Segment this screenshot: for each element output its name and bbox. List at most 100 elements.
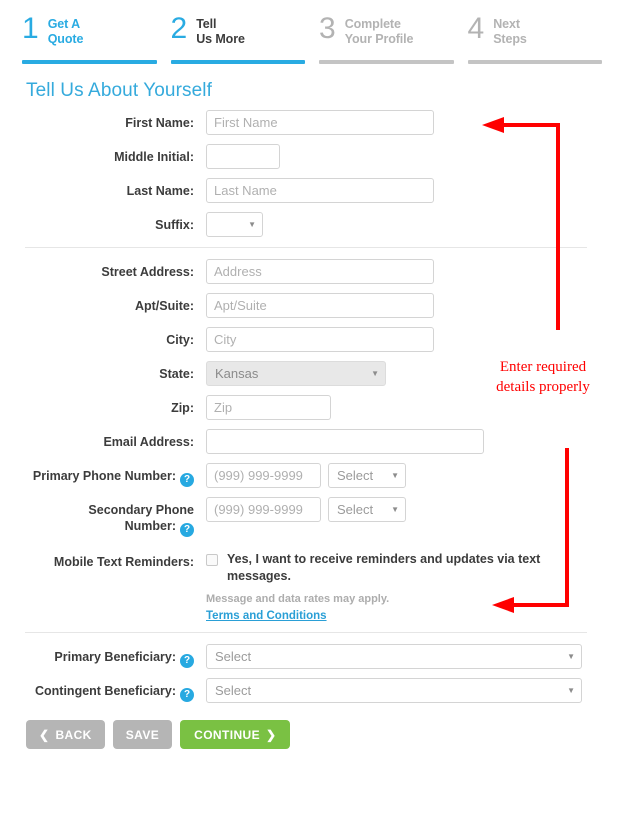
help-icon[interactable]: ? [180, 688, 194, 702]
progress-step-2[interactable]: 2 Tell Us More [170, 12, 305, 64]
annotation-text: Enter required details properly [462, 357, 624, 397]
chevron-down-icon: ▼ [567, 685, 575, 695]
continue-button[interactable]: CONTINUE ❯ [180, 720, 291, 749]
primary-phone-type-select[interactable]: Select ▼ [328, 463, 406, 488]
contingent-beneficiary-label-text: Contingent Beneficiary: [35, 684, 176, 698]
annotation-text-line1: Enter required [499, 359, 587, 375]
step-label-line2: Your Profile [344, 32, 414, 46]
primary-phone-label: Primary Phone Number:? [0, 463, 206, 487]
middle-initial-input[interactable] [206, 144, 280, 169]
row-secondary-phone: Secondary Phone Number:? Select ▼ [0, 497, 612, 537]
row-zip: Zip: [0, 395, 612, 420]
state-select-value: Kansas [215, 366, 259, 381]
zip-input[interactable] [206, 395, 331, 420]
help-icon[interactable]: ? [180, 654, 194, 668]
step-number: 4 [467, 12, 485, 45]
chevron-down-icon: ▼ [391, 504, 399, 514]
secondary-phone-label-line2-wrap: Number:? [0, 518, 194, 537]
first-name-input[interactable] [206, 110, 434, 135]
step-label-line1: Next [493, 17, 520, 31]
primary-phone-label-text: Primary Phone Number: [32, 469, 176, 483]
secondary-phone-type-value: Select [337, 502, 374, 517]
step-label-line1: Tell [196, 17, 217, 31]
row-contingent-beneficiary: Contingent Beneficiary:? Select ▼ [0, 678, 612, 703]
step-label: Complete Your Profile [345, 14, 414, 47]
first-name-label: First Name: [125, 116, 194, 130]
secondary-phone-type-select[interactable]: Select ▼ [328, 497, 406, 522]
save-button-label: SAVE [125, 727, 160, 742]
primary-beneficiary-value: Select [215, 649, 252, 664]
city-input[interactable] [206, 327, 434, 352]
row-middle-initial: Middle Initial: [0, 144, 612, 169]
suffix-select[interactable]: ▼ [206, 212, 263, 237]
step-number: 3 [319, 12, 336, 45]
progress-step-4[interactable]: 4 Next Steps [467, 12, 602, 64]
step-progress-bar [467, 60, 602, 64]
primary-beneficiary-select[interactable]: Select ▼ [206, 644, 582, 669]
progress-step-3[interactable]: 3 Complete Your Profile [319, 14, 454, 64]
row-primary-phone: Primary Phone Number:? Select ▼ [0, 463, 612, 488]
middle-initial-label: Middle Initial: [114, 150, 194, 164]
row-last-name: Last Name: [0, 178, 612, 203]
secondary-phone-input[interactable] [206, 497, 321, 522]
chevron-down-icon: ▼ [567, 651, 575, 661]
continue-button-label: CONTINUE [194, 727, 260, 742]
chevron-right-icon: ❯ [266, 727, 277, 742]
contingent-beneficiary-value: Select [215, 683, 252, 698]
section-divider-address [25, 247, 587, 248]
row-email: Email Address: [0, 429, 612, 454]
primary-phone-type-value: Select [337, 468, 374, 483]
zip-label: Zip: [171, 401, 194, 415]
primary-phone-input[interactable] [206, 463, 321, 488]
step-number: 2 [170, 12, 188, 45]
street-address-input[interactable] [206, 259, 434, 284]
step-label: Get A Quote [48, 14, 84, 47]
chevron-down-icon: ▼ [248, 219, 256, 229]
back-button[interactable]: ❮ BACK [26, 720, 105, 749]
step-progress-bar [170, 60, 305, 64]
apt-suite-label: Apt/Suite: [134, 299, 194, 313]
state-label: State: [159, 367, 194, 381]
chevron-left-icon: ❮ [39, 727, 50, 742]
apt-suite-input[interactable] [206, 293, 434, 318]
step-label-line2: Us More [196, 32, 245, 46]
save-button[interactable]: SAVE [112, 720, 173, 749]
step-label: Next Steps [493, 14, 527, 47]
row-primary-beneficiary: Primary Beneficiary:? Select ▼ [0, 644, 612, 669]
street-address-label: Street Address: [101, 265, 194, 279]
step-number: 1 [22, 12, 39, 45]
contingent-beneficiary-select[interactable]: Select ▼ [206, 678, 582, 703]
mobile-text-rates-note: Message and data rates may apply. [206, 593, 390, 605]
help-icon[interactable]: ? [180, 523, 194, 537]
row-mobile-text-reminders: Mobile Text Reminders: Yes, I want to re… [0, 549, 612, 622]
row-apt-suite: Apt/Suite: [0, 293, 612, 318]
step-label-line1: Get A [47, 17, 81, 31]
secondary-phone-label: Secondary Phone Number:? [0, 497, 206, 537]
terms-and-conditions-link[interactable]: Terms and Conditions [206, 610, 592, 622]
annotation-text-line2: details properly [496, 379, 590, 395]
mobile-text-reminders-checkbox[interactable] [206, 554, 218, 566]
primary-beneficiary-label-text: Primary Beneficiary: [54, 650, 176, 664]
help-icon[interactable]: ? [180, 473, 194, 487]
step-label-line2: Quote [47, 32, 84, 46]
row-suffix: Suffix: ▼ [0, 212, 612, 237]
page-title: Tell Us About Yourself [26, 80, 212, 101]
section-divider-beneficiary [25, 632, 587, 633]
step-label: Tell Us More [196, 14, 245, 47]
contingent-beneficiary-label: Contingent Beneficiary:? [0, 678, 206, 702]
row-street-address: Street Address: [0, 259, 612, 284]
personal-details-form: First Name: Middle Initial: Last Name: S… [0, 110, 624, 749]
last-name-input[interactable] [206, 178, 434, 203]
state-select[interactable]: Kansas ▼ [206, 361, 386, 386]
progress-step-1[interactable]: 1 Get A Quote [22, 14, 157, 64]
step-label-line2: Steps [493, 32, 527, 46]
email-label: Email Address: [103, 435, 194, 449]
city-label: City: [166, 333, 194, 347]
chevron-down-icon: ▼ [391, 470, 399, 480]
secondary-phone-label-line2: Number: [124, 519, 176, 533]
row-first-name: First Name: [0, 110, 612, 135]
progress-steps: 1 Get A Quote 2 Tell Us More 3 Complete … [0, 0, 624, 64]
mobile-text-reminders-checkbox-label[interactable]: Yes, I want to receive reminders and upd… [227, 551, 592, 585]
email-input[interactable] [206, 429, 484, 454]
chevron-down-icon: ▼ [371, 368, 379, 378]
